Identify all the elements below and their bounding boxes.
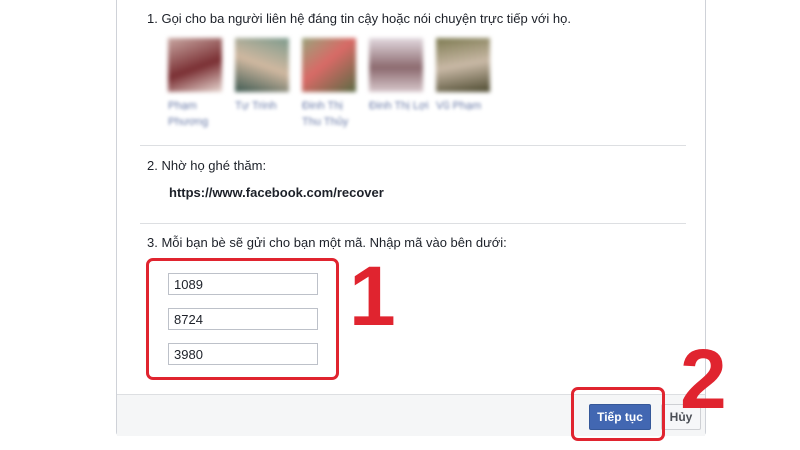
contact-avatar	[235, 38, 289, 92]
annotation-highlight-codes	[146, 258, 339, 380]
trusted-contact[interactable]: Phạm Phương	[168, 38, 224, 130]
contact-avatar	[369, 38, 423, 92]
contact-name: Tự Trinh	[235, 100, 277, 112]
trusted-contact[interactable]: Đinh Thị Lợi	[369, 38, 429, 114]
annotation-number-1: 1	[349, 249, 396, 343]
contact-avatar	[168, 38, 222, 92]
contact-avatar	[436, 38, 490, 92]
trusted-contact[interactable]: Đinh Thị Thu Thủy	[302, 38, 358, 130]
recover-url: https://www.facebook.com/recover	[169, 185, 384, 200]
annotation-highlight-continue	[571, 387, 665, 441]
annotation-number-2: 2	[680, 332, 727, 426]
contact-name: Đinh Thị Thu Thủy	[302, 100, 349, 128]
trusted-contact[interactable]: Tự Trinh	[235, 38, 291, 114]
contact-avatar	[302, 38, 356, 92]
trusted-contact[interactable]: Vũ Phạm	[436, 38, 492, 114]
contact-name: Đinh Thị Lợi	[369, 100, 429, 112]
step-2-instruction: 2. Nhờ họ ghé thăm:	[147, 158, 267, 173]
section-divider	[140, 145, 686, 146]
contact-name: Phạm Phương	[168, 100, 209, 128]
section-divider	[140, 223, 686, 224]
step-3-instruction: 3. Mỗi bạn bè sẽ gửi cho bạn một mã. Nhậ…	[147, 235, 507, 250]
contact-name: Vũ Phạm	[436, 100, 482, 112]
step-1-instruction: 1. Gọi cho ba người liên hệ đáng tin cậy…	[147, 11, 571, 26]
